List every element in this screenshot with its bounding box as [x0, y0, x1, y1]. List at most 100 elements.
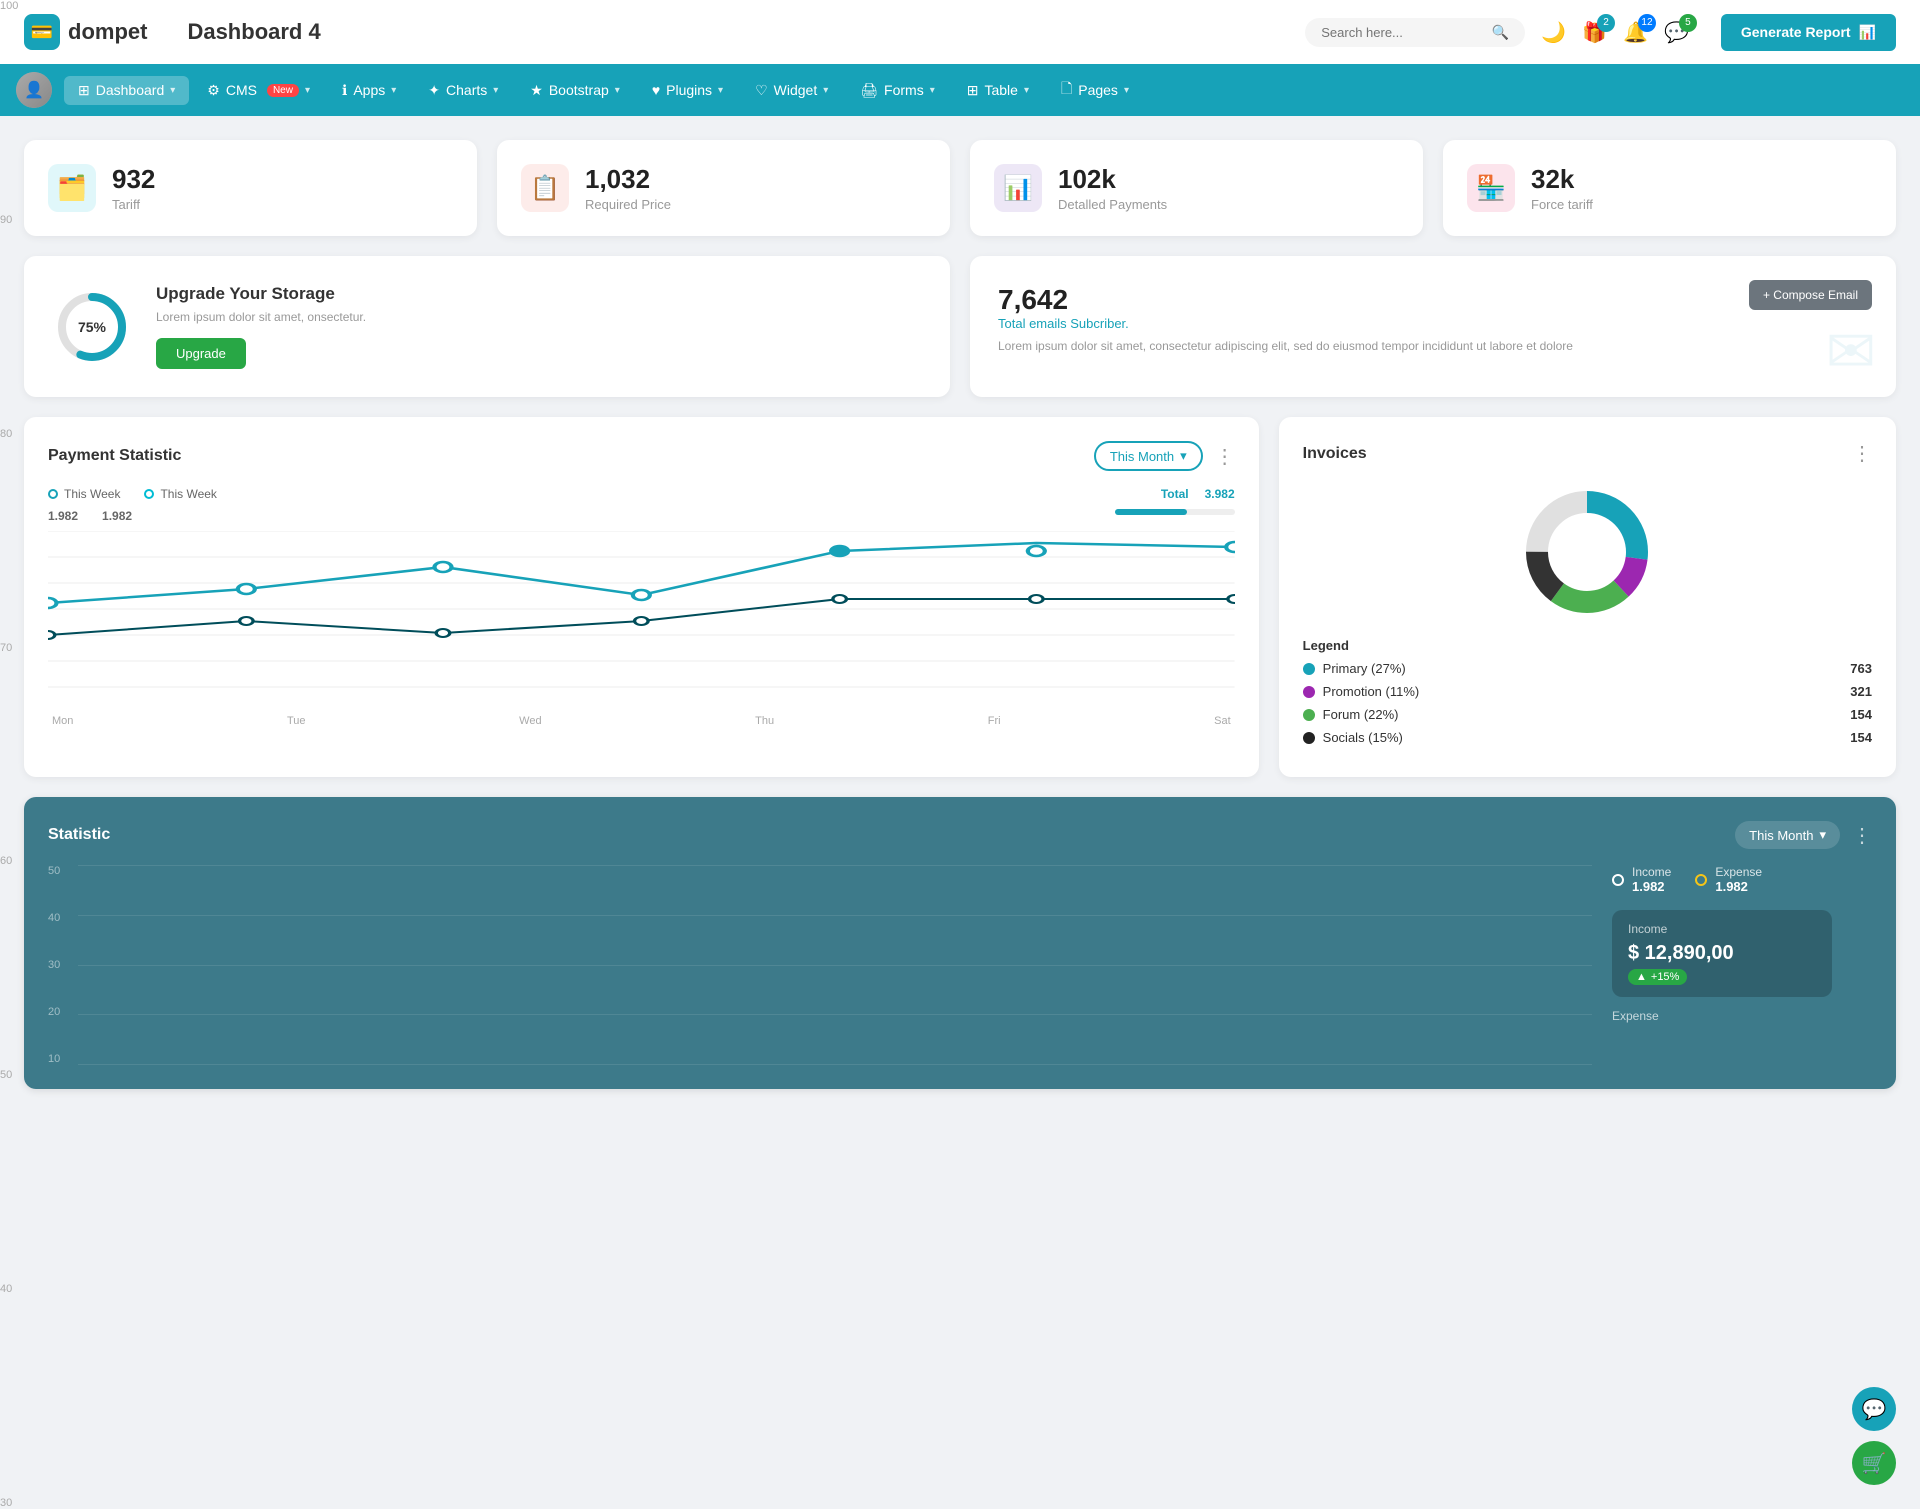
payments-number: 102k	[1058, 164, 1167, 195]
moon-icon[interactable]: 🌙	[1541, 20, 1566, 45]
forum-value: 154	[1850, 707, 1872, 722]
grid-lines	[78, 865, 1592, 1065]
expense-dot	[1695, 874, 1707, 886]
grid-line	[78, 1014, 1592, 1015]
invoices-title: Invoices	[1303, 445, 1367, 463]
upgrade-button[interactable]: Upgrade	[156, 338, 246, 369]
invoices-card: Invoices ⋮ Lege	[1279, 417, 1896, 777]
legend-heading: Legend	[1303, 638, 1872, 653]
legend-row-promotion: Promotion (11%) 321	[1303, 684, 1872, 699]
total-progress	[1115, 509, 1235, 523]
bar-chart-section: 5040302010	[48, 865, 1592, 1065]
payment-card: Payment Statistic This Month ▾ ⋮ This We…	[24, 417, 1259, 777]
legend-row-primary: Primary (27%) 763	[1303, 661, 1872, 676]
bell-icon[interactable]: 🔔 12	[1623, 20, 1648, 45]
stat-card-price: 📋 1,032 Required Price	[497, 140, 950, 236]
widget-icon: ♡	[755, 82, 768, 99]
income-legend-value: 1.982	[1632, 879, 1671, 894]
total-progress-bar	[1115, 509, 1235, 515]
this-month-filter[interactable]: This Month ▾	[1094, 441, 1203, 471]
support-fab-button[interactable]: 💬	[1852, 1387, 1896, 1431]
sidebar-item-forms[interactable]: 🖨 Forms ▾	[846, 76, 948, 105]
invoices-header: Invoices ⋮	[1303, 441, 1872, 466]
gift-icon[interactable]: 🎁 2	[1582, 20, 1607, 45]
sidebar-item-widget[interactable]: ♡ Widget ▾	[741, 76, 842, 105]
primary-dot	[1303, 663, 1315, 675]
sidebar-item-charts[interactable]: ✦ Charts ▾	[414, 76, 512, 105]
search-icon[interactable]: 🔍	[1492, 24, 1509, 41]
expense-legend-value: 1.982	[1715, 879, 1762, 894]
legend-val-0: 1.982	[48, 509, 78, 523]
payments-label: Detalled Payments	[1058, 197, 1167, 212]
promotion-dot	[1303, 686, 1315, 698]
plugins-icon: ♥	[652, 82, 660, 98]
payment-controls: This Month ▾ ⋮	[1094, 441, 1235, 471]
y-axis-labels: 10090807060504030	[0, 0, 28, 1509]
storage-percent-text: 75%	[78, 319, 106, 335]
chevron-down-icon: ▾	[615, 85, 620, 96]
legend-item-0: This Week	[48, 487, 120, 501]
income-dot	[1612, 874, 1624, 886]
force-label: Force tariff	[1531, 197, 1593, 212]
statistic-content: 5040302010	[48, 865, 1872, 1065]
invoices-menu-button[interactable]: ⋮	[1852, 441, 1872, 466]
legend-promotion-name: Promotion (11%)	[1303, 684, 1420, 699]
payment-title: Payment Statistic	[48, 447, 181, 465]
storage-title: Upgrade Your Storage	[156, 284, 366, 304]
shop-fab-button[interactable]: 🛒	[1852, 1441, 1896, 1485]
gift-badge: 2	[1597, 14, 1615, 32]
legend-forum-name: Forum (22%)	[1303, 707, 1399, 722]
sidebar-item-dashboard[interactable]: ⊞ Dashboard ▾	[64, 76, 189, 105]
compose-email-button[interactable]: + Compose Email	[1749, 280, 1872, 310]
stat-card-payments: 📊 102k Detalled Payments	[970, 140, 1423, 236]
sidebar-item-bootstrap[interactable]: ★ Bootstrap ▾	[516, 76, 634, 105]
statistic-header: Statistic This Month ▾ ⋮	[48, 821, 1872, 849]
statistic-controls: This Month ▾ ⋮	[1735, 821, 1872, 849]
chevron-down-icon: ▾	[718, 85, 723, 96]
total-value: 3.982	[1205, 487, 1235, 501]
statistic-filter-button[interactable]: This Month ▾	[1735, 821, 1840, 849]
expense-box: Expense	[1612, 1009, 1872, 1023]
charts-icon: ✦	[428, 82, 440, 99]
chevron-down-icon: ▾	[930, 85, 935, 96]
payments-icon: 📊	[994, 164, 1042, 212]
chevron-down-icon: ▾	[1819, 827, 1826, 843]
grid-line	[78, 1064, 1592, 1065]
main-content: 🗂️ 932 Tariff 📋 1,032 Required Price 📊 1…	[0, 116, 1920, 1113]
legend-row-socials: Socials (15%) 154	[1303, 730, 1872, 745]
forms-icon: 🖨	[860, 82, 878, 99]
tariff-number: 932	[112, 164, 155, 195]
sidebar-item-table[interactable]: ⊞ Table ▾	[953, 76, 1043, 105]
sidebar-item-apps[interactable]: ℹ Apps ▾	[328, 76, 410, 105]
logo: 💳 dompet	[24, 14, 147, 50]
invoices-legend: Primary (27%) 763 Promotion (11%) 321 Fo…	[1303, 661, 1872, 745]
sidebar-item-plugins[interactable]: ♥ Plugins ▾	[638, 76, 737, 104]
table-icon: ⊞	[967, 82, 979, 99]
sidebar-item-cms[interactable]: ⚙ CMS New ▾	[193, 76, 324, 105]
stat-legend-row: Income 1.982 Expense 1.982	[1612, 865, 1872, 894]
mid-row: 75% Upgrade Your Storage Lorem ipsum dol…	[24, 256, 1896, 397]
income-panel: Income 1.982 Expense 1.982 Income $	[1612, 865, 1872, 1065]
forum-dot	[1303, 709, 1315, 721]
bar-chart-area: 5040302010	[48, 865, 1592, 1065]
statistic-menu-button[interactable]: ⋮	[1852, 823, 1872, 848]
chevron-down-icon: ▾	[823, 85, 828, 96]
legend-dot-0	[48, 489, 58, 499]
search-input[interactable]	[1321, 25, 1484, 40]
income-box: Income $ 12,890,00 ▲ +15%	[1612, 910, 1832, 997]
dashboard-icon: ⊞	[78, 82, 90, 99]
payment-menu-button[interactable]: ⋮	[1215, 444, 1235, 469]
stat-card-tariff: 🗂️ 932 Tariff	[24, 140, 477, 236]
x-axis-labels: MonTueWedThuFriSat	[48, 715, 1235, 727]
sidebar-item-pages[interactable]: 🗋 Pages ▾	[1047, 72, 1143, 108]
fab-wrap: 💬 🛒	[1852, 1387, 1896, 1485]
generate-report-button[interactable]: Generate Report 📊	[1721, 14, 1896, 51]
stat-info: 932 Tariff	[112, 164, 155, 212]
payment-total: Total 3.982	[1161, 487, 1235, 501]
navbar: 👤 ⊞ Dashboard ▾ ⚙ CMS New ▾ ℹ Apps ▾ ✦ C…	[0, 64, 1920, 116]
force-icon: 🏪	[1467, 164, 1515, 212]
tariff-icon: 🗂️	[48, 164, 96, 212]
socials-dot	[1303, 732, 1315, 744]
chat-icon[interactable]: 💬 5	[1664, 20, 1689, 45]
arrow-up-icon: ▲	[1636, 971, 1647, 983]
